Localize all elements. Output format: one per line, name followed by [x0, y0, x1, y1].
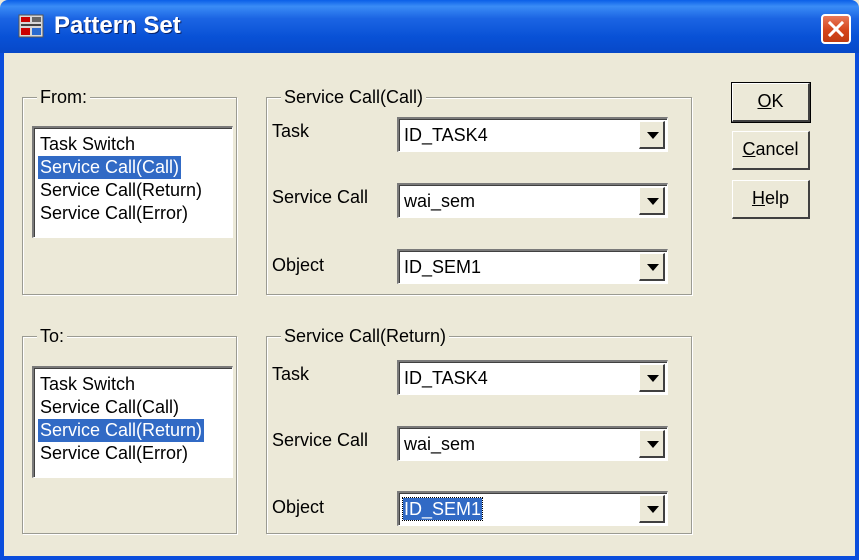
ok-label: K: [771, 91, 784, 111]
window-frame-bottom: [0, 556, 859, 560]
call-task-value: ID_TASK4: [404, 125, 488, 145]
window-frame-left: [0, 53, 4, 560]
service-call-call-legend: Service Call(Call): [281, 87, 427, 107]
window-title: Pattern Set: [54, 12, 181, 39]
list-item[interactable]: Service Call(Return): [38, 419, 205, 442]
return-task-value: ID_TASK4: [404, 368, 488, 388]
cancel-button[interactable]: Cancel: [732, 131, 810, 170]
call-object-select[interactable]: ID_SEM1: [397, 249, 668, 284]
return-object-value[interactable]: ID_SEM1: [401, 497, 484, 521]
chevron-down-icon: [647, 441, 659, 448]
chevron-down-icon: [647, 198, 659, 205]
from-legend: From:: [37, 87, 90, 107]
from-listbox[interactable]: Task Switch Service Call(Call) Service Cal…: [32, 126, 233, 238]
cancel-mnemonic: C: [742, 139, 756, 159]
call-task-dropdown-button[interactable]: [639, 121, 665, 149]
title-bar[interactable]: Pattern Set: [0, 0, 859, 53]
call-task-label: Task: [272, 121, 310, 141]
return-task-dropdown-button[interactable]: [639, 364, 665, 392]
cancel-label: ancel: [755, 139, 799, 159]
list-item[interactable]: Service Call(Error): [38, 442, 190, 465]
ok-mnemonic: O: [757, 91, 772, 111]
pattern-set-dialog: Pattern Set From: Task Switch Service Cal…: [0, 0, 859, 560]
window-frame-right: [855, 53, 859, 560]
chevron-down-icon: [647, 375, 659, 382]
return-service-dropdown-button[interactable]: [639, 430, 665, 458]
return-service-select[interactable]: wai_sem: [397, 426, 668, 461]
call-task-select[interactable]: ID_TASK4: [397, 117, 668, 152]
list-item[interactable]: Task Switch: [38, 133, 137, 156]
help-label: elp: [764, 188, 790, 208]
to-legend: To:: [37, 326, 68, 346]
list-item[interactable]: Service Call(Error): [38, 202, 190, 225]
application-icon: [18, 14, 44, 38]
chevron-down-icon: [647, 264, 659, 271]
call-object-label: Object: [272, 255, 325, 275]
close-icon: [827, 20, 845, 38]
ok-button[interactable]: OK: [731, 82, 811, 123]
call-service-label: Service Call: [272, 187, 369, 207]
return-service-value: wai_sem: [404, 434, 476, 454]
service-call-return-legend: Service Call(Return): [281, 326, 450, 346]
to-listbox[interactable]: Task Switch Service Call(Call) Service Cal…: [32, 366, 233, 478]
return-object-label: Object: [272, 497, 325, 517]
list-item[interactable]: Service Call(Call): [38, 156, 182, 179]
return-task-select[interactable]: ID_TASK4: [397, 360, 668, 395]
return-task-label: Task: [272, 364, 310, 384]
list-item[interactable]: Service Call(Call): [38, 396, 181, 419]
return-object-dropdown-button[interactable]: [639, 495, 665, 523]
list-item[interactable]: Task Switch: [38, 373, 137, 396]
close-button[interactable]: [821, 14, 851, 44]
list-item[interactable]: Service Call(Return): [38, 179, 204, 202]
help-button[interactable]: Help: [732, 180, 810, 219]
chevron-down-icon: [647, 506, 659, 513]
help-mnemonic: H: [751, 188, 765, 208]
return-service-label: Service Call: [272, 430, 369, 450]
call-service-dropdown-button[interactable]: [639, 187, 665, 215]
return-object-select[interactable]: ID_SEM1: [397, 491, 668, 526]
call-object-value: ID_SEM1: [404, 257, 482, 277]
call-service-value: wai_sem: [404, 191, 476, 211]
chevron-down-icon: [647, 132, 659, 139]
call-service-select[interactable]: wai_sem: [397, 183, 668, 218]
call-object-dropdown-button[interactable]: [639, 253, 665, 281]
